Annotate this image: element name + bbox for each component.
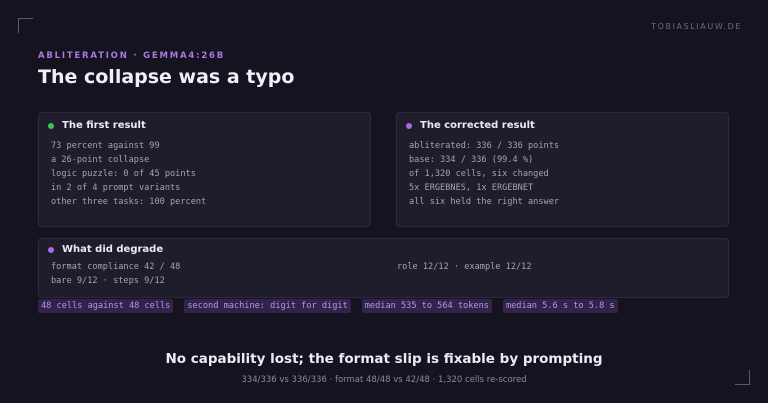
- card-line: format compliance 42 / 48: [51, 262, 181, 272]
- card-first-result-lines: 73 percent against 99 a 26-point collaps…: [51, 139, 206, 209]
- stat-tags: 48 cells against 48 cells second machine…: [38, 299, 629, 313]
- card-degrade-left-lines: format compliance 42 / 48 bare 9/12 · st…: [51, 260, 180, 288]
- card-line: in 2 of 4 prompt variants: [51, 183, 181, 193]
- card-line: logic puzzle: 0 of 45 points: [51, 169, 196, 179]
- corner-bracket-top-left: [18, 18, 33, 33]
- card-what-did-degrade: What did degrade format compliance 42 / …: [38, 238, 729, 298]
- page-title: The collapse was a typo: [38, 66, 295, 88]
- card-line: all six held the right answer: [409, 197, 560, 207]
- eyebrow-label: ABLITERATION · GEMMA4:26B: [38, 51, 226, 61]
- card-line: abliterated: 336 / 336 points: [409, 141, 560, 151]
- card-line: 73 percent against 99: [51, 141, 160, 151]
- card-line: of 1,320 cells, six changed: [409, 169, 549, 179]
- stat-tag: 48 cells against 48 cells: [38, 299, 174, 313]
- card-degrade-right-lines: role 12/12 · example 12/12: [397, 260, 532, 274]
- stat-tag: second machine: digit for digit: [184, 299, 351, 313]
- card-line: 5x ERGEBNES, 1x ERGEBNET: [409, 183, 534, 193]
- card-first-result-heading: The first result: [62, 120, 146, 131]
- card-line: other three tasks: 100 percent: [51, 197, 207, 207]
- green-dot-icon: [48, 122, 54, 129]
- card-corrected-result-header: The corrected result: [406, 120, 535, 131]
- purple-dot-icon: [48, 246, 54, 253]
- site-name[interactable]: TOBIASLIAUW.DE: [651, 22, 742, 31]
- card-degrade-heading: What did degrade: [62, 244, 164, 255]
- card-line: bare 9/12 · steps 9/12: [51, 276, 165, 286]
- conclusion-title: No capability lost; the format slip is f…: [165, 351, 603, 367]
- card-corrected-result-lines: abliterated: 336 / 336 points base: 334 …: [409, 139, 559, 209]
- card-line: a 26-point collapse: [51, 155, 150, 165]
- card-first-result-header: The first result: [48, 120, 146, 131]
- card-corrected-result-heading: The corrected result: [420, 120, 535, 131]
- purple-dot-icon: [406, 122, 412, 129]
- card-corrected-result: The corrected result abliterated: 336 / …: [396, 112, 729, 227]
- conclusion-subtitle: 334/336 vs 336/336 · format 48/48 vs 42/…: [241, 375, 527, 385]
- stat-tag: median 535 to 564 tokens: [361, 299, 492, 313]
- stat-tag: median 5.6 s to 5.8 s: [502, 299, 618, 313]
- card-degrade-header: What did degrade: [48, 244, 163, 255]
- card-line: base: 334 / 336 (99.4 %): [409, 155, 534, 165]
- card-first-result: The first result 73 percent against 99 a…: [38, 112, 371, 227]
- card-line: role 12/12 · example 12/12: [397, 262, 532, 272]
